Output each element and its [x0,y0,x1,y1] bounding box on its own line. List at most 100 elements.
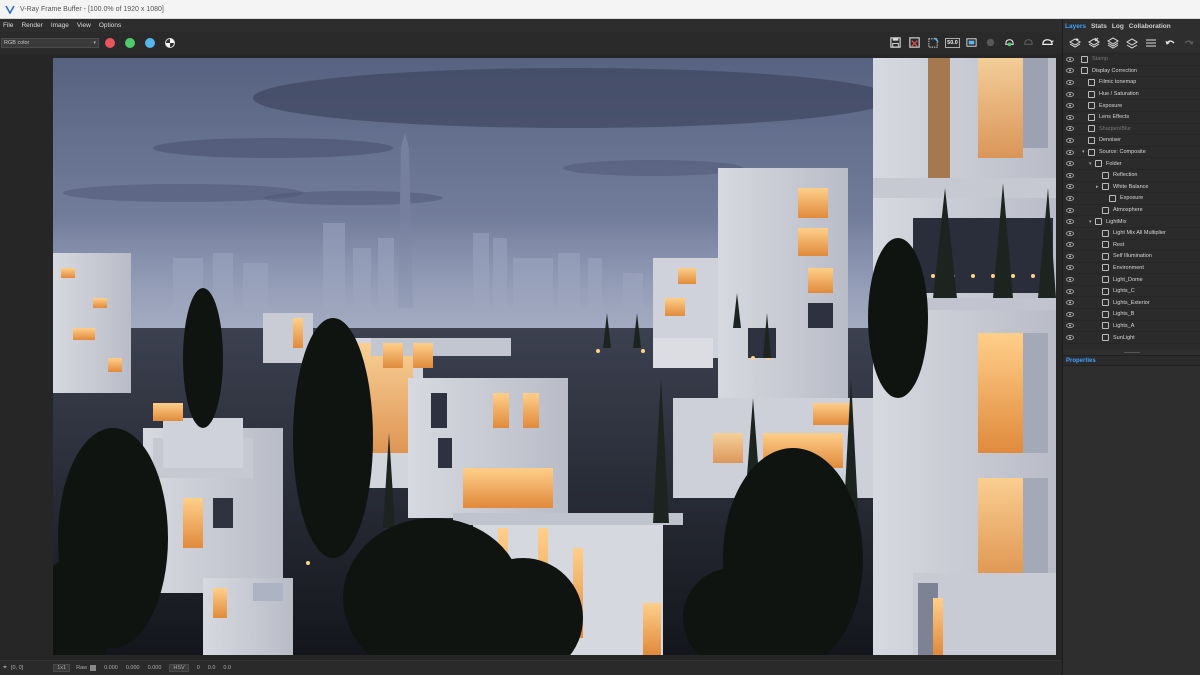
hsv-value-v: 0.0 [223,665,232,671]
layer-name: Filmic tonemap [1099,79,1137,86]
channel-dropdown[interactable]: RGB color ▾ [1,38,99,48]
visibility-eye-icon[interactable] [1066,323,1074,329]
list-icon[interactable] [1144,37,1157,50]
layer-row[interactable]: Lights_B [1063,309,1200,321]
render-region-icon[interactable] [1022,36,1035,49]
layer-row[interactable]: ▾ LightMix [1063,216,1200,228]
layer-row[interactable]: Hue / Saturation [1063,89,1200,101]
zoom-dropdown[interactable]: 1x1 [53,664,71,672]
layer-row[interactable]: Rest [1063,240,1200,252]
visibility-eye-icon[interactable] [1066,56,1074,62]
rendered-image[interactable] [53,58,1056,655]
layer-row[interactable]: Sharpen/Blur [1063,124,1200,136]
layer-row[interactable]: ▾ Folder [1063,158,1200,170]
red-channel-button[interactable] [105,38,115,48]
clear-image-icon[interactable] [927,36,940,49]
layer-type-icon [1102,206,1109,214]
layer-row[interactable]: Light Mix All Multiplier [1063,228,1200,240]
green-channel-button[interactable] [125,38,135,48]
color-mode-dropdown[interactable]: HSV [169,664,189,672]
visibility-eye-icon[interactable] [1066,91,1074,97]
layer-row[interactable]: Lights_A [1063,321,1200,333]
collapse-icon[interactable]: ▾ [1089,219,1092,225]
teapot-icon[interactable] [1041,36,1054,49]
menu-bar: File Render Image View Options [0,19,1062,32]
visibility-eye-icon[interactable] [1066,114,1074,120]
visibility-eye-icon[interactable] [1066,149,1074,155]
menu-render[interactable]: Render [21,22,42,29]
render-interactive-icon[interactable] [1003,36,1016,49]
stop-icon[interactable] [984,36,997,49]
layer-row[interactable]: Display Correction [1063,66,1200,78]
visibility-eye-icon[interactable] [1066,230,1074,236]
visibility-eye-icon[interactable] [1066,288,1074,294]
layer-row[interactable]: Filmic tonemap [1063,77,1200,89]
visibility-eye-icon[interactable] [1066,242,1074,248]
visibility-eye-icon[interactable] [1066,103,1074,109]
layer-row[interactable]: Lens Effects [1063,112,1200,124]
layer-row[interactable]: SunLight [1063,332,1200,344]
delete-layer-icon[interactable] [1087,37,1100,50]
pixel-value-b: 0.000 [147,665,162,671]
tab-layers[interactable]: Layers [1065,23,1086,30]
visibility-eye-icon[interactable] [1066,254,1074,259]
layer-name: SunLight [1113,334,1135,341]
save-preset-icon[interactable] [1125,37,1138,50]
redo-icon[interactable] [1182,37,1195,50]
layer-row[interactable]: ▾ Source: Composite [1063,147,1200,159]
layer-row[interactable]: Light_Dome [1063,274,1200,286]
blue-channel-button[interactable] [145,38,155,48]
compare-icon[interactable] [965,36,978,49]
layer-type-icon [1102,229,1109,237]
visibility-eye-icon[interactable] [1066,80,1074,85]
create-layer-icon[interactable] [1068,37,1081,50]
sample-rate-icon[interactable]: 50.0 [945,36,960,49]
layer-row[interactable]: Exposure [1063,193,1200,205]
layer-name: LightMix [1106,218,1127,225]
menu-view[interactable]: View [77,22,91,29]
expand-icon[interactable]: ▸ [1096,184,1099,190]
layer-row[interactable]: Stamp [1063,54,1200,66]
visibility-eye-icon[interactable] [1066,172,1074,178]
save-icon[interactable] [889,36,902,49]
visibility-eye-icon[interactable] [1066,207,1074,213]
tab-collaboration[interactable]: Collaboration [1129,23,1171,30]
layer-row[interactable]: Atmosphere [1063,205,1200,217]
collapse-icon[interactable]: ▾ [1082,149,1085,155]
visibility-eye-icon[interactable] [1066,312,1074,317]
layers-toolbar [1063,33,1200,54]
tab-log[interactable]: Log [1112,23,1124,30]
layer-row[interactable]: Self Illumination [1063,251,1200,263]
visibility-eye-icon[interactable] [1066,138,1074,143]
layer-type-icon [1102,252,1109,260]
menu-options[interactable]: Options [99,22,121,29]
visibility-eye-icon[interactable] [1066,219,1074,224]
visibility-eye-icon[interactable] [1066,184,1074,190]
visibility-eye-icon[interactable] [1066,126,1074,132]
undo-icon[interactable] [1163,37,1176,50]
frame-buffer-viewport[interactable] [0,54,1062,660]
visibility-eye-icon[interactable] [1066,265,1074,271]
collapse-icon[interactable]: ▾ [1089,161,1092,167]
layer-row[interactable]: Exposure [1063,100,1200,112]
visibility-eye-icon[interactable] [1066,68,1074,74]
status-bar: ⌖ [0, 0] 1x1 Raw 0.000 0.000 0.000 HSV 0… [0,660,1062,675]
visibility-eye-icon[interactable] [1066,161,1074,166]
tab-stats[interactable]: Stats [1091,23,1107,30]
layer-row[interactable]: Lights_Exterior [1063,297,1200,310]
layer-row[interactable]: Denoiser [1063,135,1200,147]
monochrome-button[interactable] [165,38,175,48]
visibility-eye-icon[interactable] [1066,335,1074,340]
menu-file[interactable]: File [3,22,13,29]
visibility-eye-icon[interactable] [1066,196,1074,201]
layer-row[interactable]: Reflection [1063,170,1200,182]
pick-pixel-icon[interactable]: ⌖ [3,664,7,672]
save-all-icon[interactable] [908,36,921,49]
layer-row[interactable]: Environment [1063,263,1200,275]
layer-row[interactable]: ▸ White Balance [1063,182,1200,194]
visibility-eye-icon[interactable] [1066,300,1074,306]
menu-image[interactable]: Image [51,22,69,29]
visibility-eye-icon[interactable] [1066,277,1074,282]
layer-row[interactable]: Lights_C [1063,286,1200,298]
load-preset-icon[interactable] [1106,37,1119,50]
